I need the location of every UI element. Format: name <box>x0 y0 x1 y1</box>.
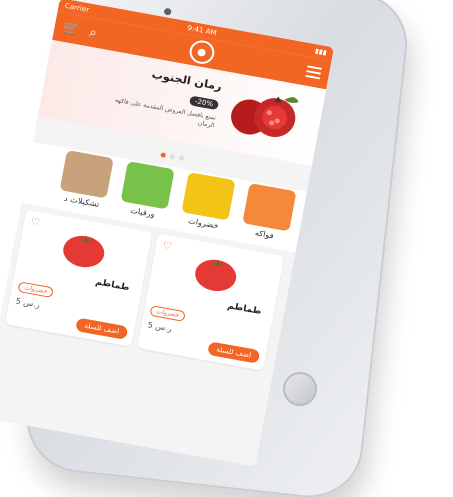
product-card[interactable]: ♡ طماطم خضروات 5 ر.س اضف للسلة <box>137 233 285 371</box>
stage: Carrier 9:41 AM ▮▮▮ 🛒 ⌕ ● رمان الجنوب -2… <box>0 0 453 497</box>
add-to-cart-button[interactable]: اضف للسلة <box>206 341 261 364</box>
cart-icon[interactable]: 🛒 <box>62 20 81 37</box>
category-tag: خضروات <box>149 305 187 322</box>
banner-text: رمان الجنوب -20% تمتع بافضل العروض المقد… <box>102 60 223 130</box>
tomato-image <box>63 235 105 268</box>
pomegranate-logo-icon: ● <box>187 38 217 66</box>
product-card[interactable]: ♡ طماطم خضروات 5 ر.س اضف للسلة <box>5 209 153 347</box>
product-price: 5 ر.س <box>14 296 41 310</box>
product-name: طماطم <box>226 301 263 317</box>
battery-icon: ▮▮▮ <box>314 47 328 57</box>
fruits-image <box>242 183 297 232</box>
discount-badge: -20% <box>188 95 220 111</box>
menu-icon[interactable] <box>305 65 322 80</box>
front-camera <box>163 7 172 16</box>
assortments-image <box>59 150 114 199</box>
pomegranate-image <box>231 96 299 137</box>
topbar-left-icons: 🛒 ⌕ <box>62 20 99 40</box>
product-name: طماطم <box>94 277 131 294</box>
category-assortments[interactable]: تشكيلات د <box>55 150 115 211</box>
category-fruits[interactable]: فواكه <box>238 183 298 244</box>
heart-icon[interactable]: ♡ <box>162 240 173 252</box>
vegetables-image <box>181 172 236 221</box>
category-vegetables[interactable]: خضروات <box>177 172 237 233</box>
leafy-image <box>120 161 175 210</box>
carrier-label: Carrier <box>64 1 90 14</box>
add-to-cart-button[interactable]: اضف للسلة <box>75 317 129 340</box>
heart-icon[interactable]: ♡ <box>30 217 41 229</box>
category-leafy[interactable]: ورقيات <box>116 161 176 222</box>
product-price: 5 ر.س <box>146 320 173 334</box>
tomato-image <box>195 259 237 292</box>
category-tag: خضروات <box>17 281 55 299</box>
search-icon[interactable]: ⌕ <box>88 25 98 41</box>
home-button[interactable] <box>283 372 317 406</box>
